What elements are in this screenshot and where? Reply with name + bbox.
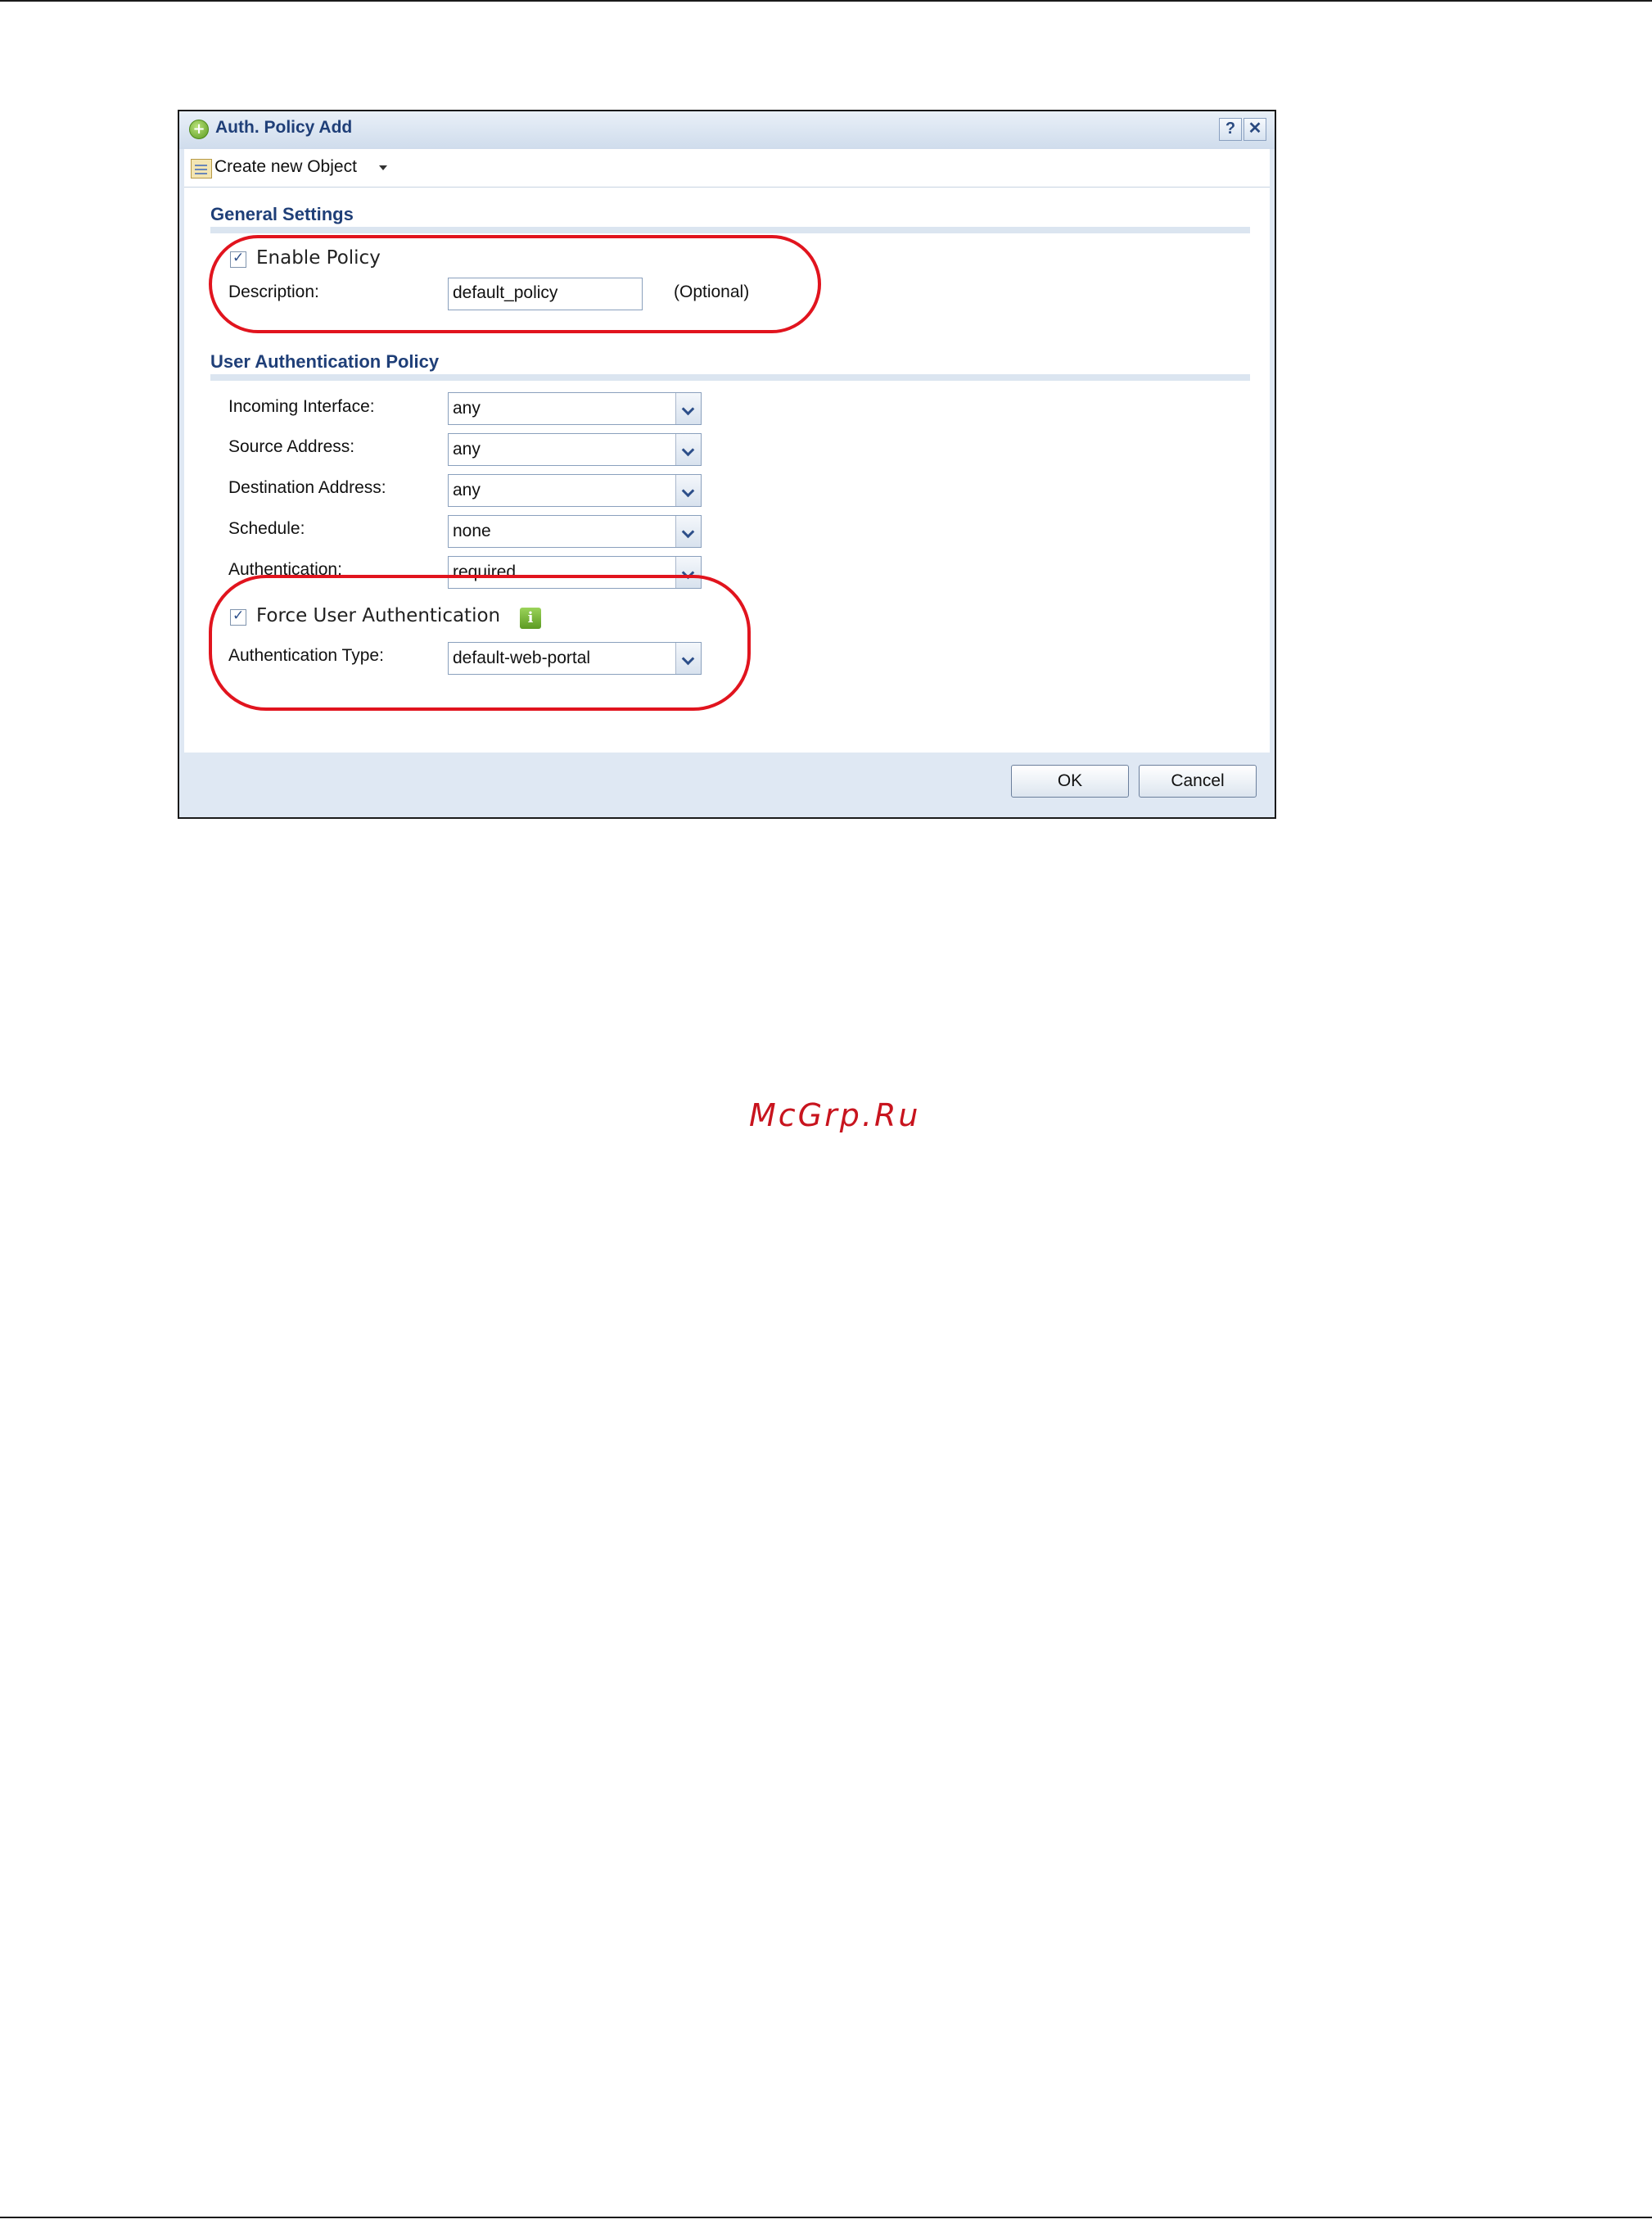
dialog-title: Auth. Policy Add	[215, 118, 353, 137]
caret-down-icon[interactable]	[379, 165, 387, 170]
cancel-button[interactable]: Cancel	[1139, 765, 1257, 798]
help-button[interactable]: ?	[1219, 118, 1242, 141]
source-address-value: any	[453, 440, 481, 459]
schedule-value: none	[453, 522, 491, 540]
dialog-content: General Settings Enable Policy Descripti…	[184, 188, 1270, 753]
user-auth-policy-heading: User Authentication Policy	[210, 351, 440, 372]
source-address-select[interactable]: any	[448, 433, 702, 466]
destination-address-select[interactable]: any	[448, 474, 702, 507]
incoming-interface-value: any	[453, 399, 481, 418]
new-object-icon	[191, 159, 212, 179]
create-new-object-menu[interactable]: Create new Object	[214, 157, 357, 177]
ok-button[interactable]: OK	[1011, 765, 1129, 798]
toolbar: Create new Object	[184, 149, 1270, 188]
general-settings-heading: General Settings	[210, 204, 354, 224]
destination-address-value: any	[453, 481, 481, 499]
annotation-oval-general	[209, 235, 821, 333]
auth-policy-add-dialog: + Auth. Policy Add ? ✕ Create new Object…	[178, 110, 1276, 819]
chevron-down-icon[interactable]	[675, 475, 701, 506]
section-divider	[210, 374, 1250, 381]
schedule-label: Schedule:	[228, 519, 305, 538]
incoming-interface-select[interactable]: any	[448, 392, 702, 425]
bottom-rule	[0, 2217, 1652, 2218]
destination-address-label: Destination Address:	[228, 478, 386, 497]
section-divider	[210, 227, 1250, 233]
incoming-interface-label: Incoming Interface:	[228, 397, 375, 416]
dialog-titlebar: + Auth. Policy Add ? ✕	[179, 111, 1275, 149]
top-rule	[0, 0, 1652, 2]
chevron-down-icon[interactable]	[675, 393, 701, 424]
source-address-label: Source Address:	[228, 437, 355, 456]
watermark: McGrp.Ru	[749, 1097, 921, 1133]
close-button[interactable]: ✕	[1244, 118, 1266, 141]
add-icon: +	[189, 120, 209, 139]
annotation-oval-auth	[209, 575, 751, 711]
chevron-down-icon[interactable]	[675, 434, 701, 465]
schedule-select[interactable]: none	[448, 515, 702, 548]
chevron-down-icon[interactable]	[675, 516, 701, 547]
